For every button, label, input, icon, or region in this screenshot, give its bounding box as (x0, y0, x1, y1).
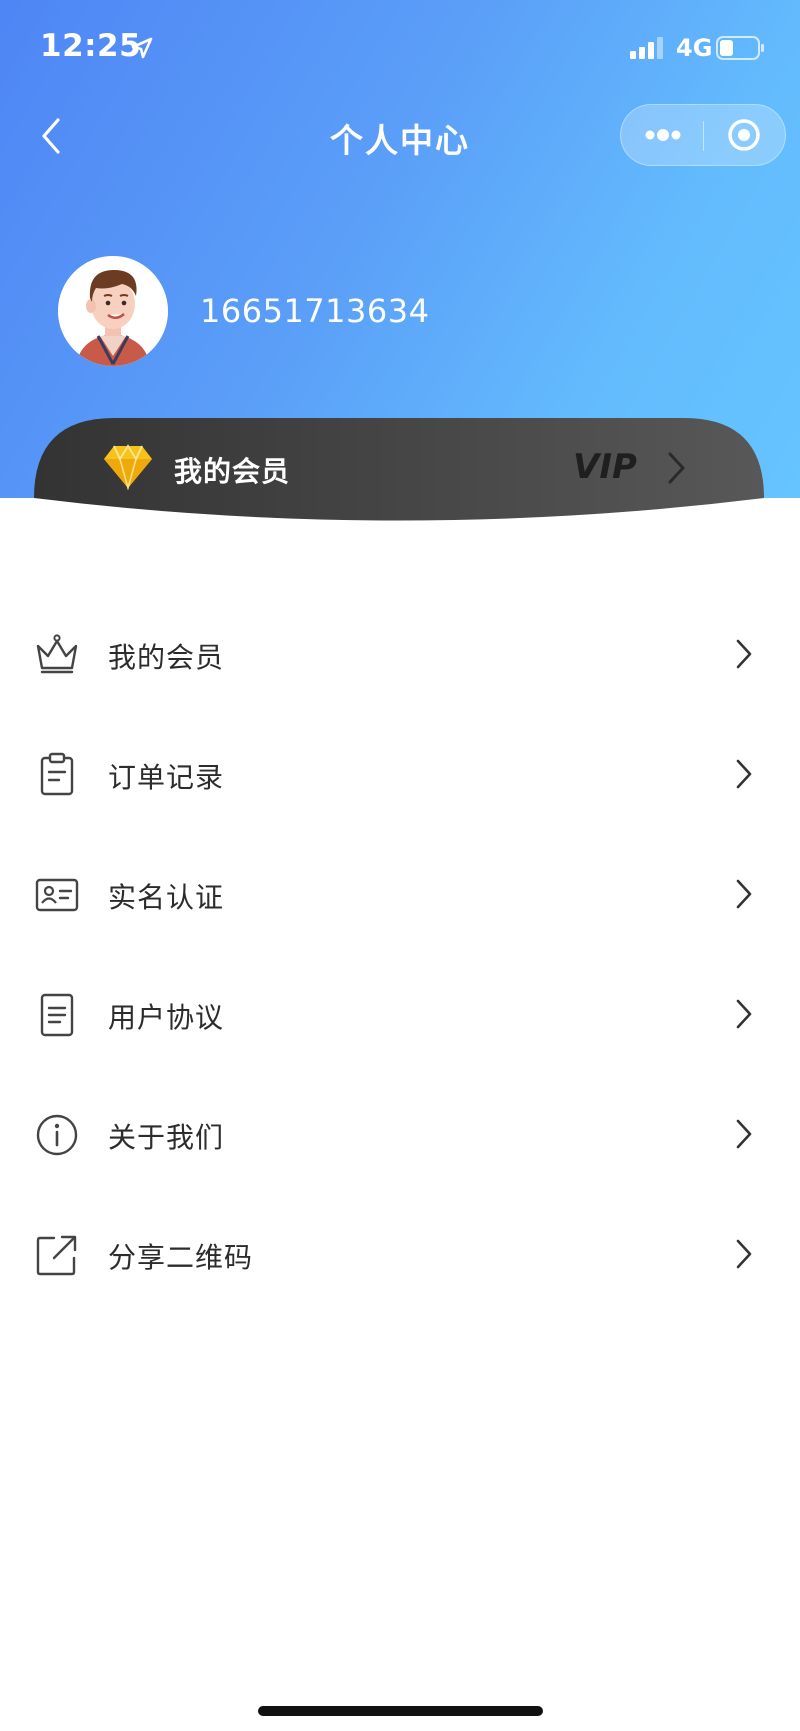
vip-badge-text: VIP (573, 447, 637, 486)
avatar[interactable] (58, 256, 168, 366)
chevron-right-icon (736, 1119, 752, 1149)
chevron-right-icon (736, 999, 752, 1029)
signal-icon (630, 37, 663, 59)
location-arrow-icon (131, 37, 153, 59)
id-card-icon (35, 878, 79, 912)
menu-item-about-us[interactable]: 关于我们 (0, 1074, 800, 1194)
menu-item-share-qr-code[interactable]: 分享二维码 (0, 1194, 800, 1314)
user-phone-number: 16651713634 (200, 292, 430, 330)
chevron-right-icon (736, 1239, 752, 1269)
menu-list: 我的会员 订单记录 实名认证 用户协议 关于我们 分享二维码 (0, 594, 800, 1314)
chevron-right-icon (736, 879, 752, 909)
avatar-cartoon-man-icon (58, 256, 168, 366)
share-icon (36, 1235, 77, 1276)
vip-membership-card[interactable]: 我的会员 VIP (34, 418, 764, 528)
vip-badge: VIP (573, 447, 637, 486)
nav-bar: 个人中心 (0, 96, 800, 176)
menu-item-order-history[interactable]: 订单记录 (0, 714, 800, 834)
menu-item-membership[interactable]: 我的会员 (0, 594, 800, 714)
menu-item-label: 分享二维码 (108, 1241, 254, 1274)
crown-icon (36, 634, 78, 674)
chevron-right-icon (668, 452, 685, 484)
menu-item-label: 订单记录 (108, 761, 225, 794)
info-icon (36, 1114, 78, 1156)
menu-item-real-name-verification[interactable]: 实名认证 (0, 834, 800, 954)
mini-program-capsule (620, 104, 786, 166)
menu-item-label: 用户协议 (108, 1001, 225, 1034)
diamond-icon (104, 444, 152, 490)
status-time: 12:25 (40, 28, 142, 64)
status-bar: 12:25 4G (0, 0, 800, 96)
more-button[interactable] (621, 105, 703, 165)
close-mini-program-button[interactable] (704, 105, 786, 165)
home-indicator[interactable] (258, 1706, 543, 1716)
chevron-right-icon (736, 639, 752, 669)
menu-item-label: 关于我们 (108, 1121, 225, 1154)
menu-item-label: 实名认证 (108, 881, 225, 914)
menu-item-user-agreement[interactable]: 用户协议 (0, 954, 800, 1074)
document-icon (40, 993, 74, 1037)
more-dots-icon (645, 129, 681, 141)
clipboard-icon (40, 752, 74, 796)
battery-icon (716, 36, 764, 60)
target-circle-icon (728, 119, 760, 151)
network-type: 4G (676, 34, 713, 62)
menu-item-label: 我的会员 (108, 641, 225, 674)
vip-card-label: 我的会员 (174, 455, 291, 488)
chevron-right-icon (736, 759, 752, 789)
